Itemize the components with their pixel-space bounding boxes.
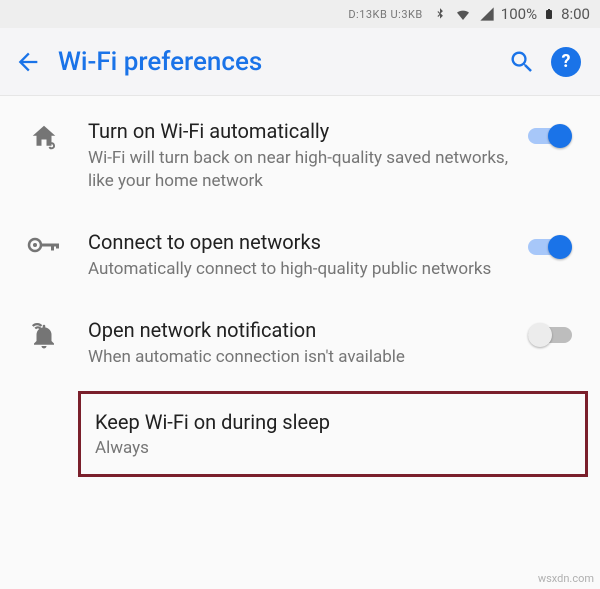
back-button[interactable] — [14, 48, 58, 76]
setting-title: Turn on Wi-Fi automatically — [88, 118, 510, 145]
bell-wifi-icon — [0, 317, 88, 351]
wifi-icon — [453, 6, 473, 22]
bluetooth-icon — [433, 5, 447, 23]
status-bar: D:13KB U:3KB 100% 8:00 — [0, 0, 600, 28]
search-button[interactable] — [500, 48, 544, 76]
app-bar: Wi-Fi preferences ? — [0, 28, 600, 96]
arrow-back-icon — [14, 48, 42, 76]
search-icon — [508, 48, 536, 76]
help-icon: ? — [551, 47, 581, 77]
battery-icon — [543, 5, 555, 23]
key-icon — [0, 229, 88, 257]
clock: 8:00 — [561, 5, 590, 23]
setting-open-networks[interactable]: Connect to open networks Automatically c… — [0, 211, 600, 299]
setting-subtitle: Always — [95, 438, 571, 458]
setting-title: Open network notification — [88, 317, 510, 344]
cell-signal-icon — [479, 6, 495, 22]
network-stats: D:13KB U:3KB — [348, 8, 422, 21]
setting-open-notification[interactable]: Open network notification When automatic… — [0, 299, 600, 387]
setting-title: Connect to open networks — [88, 229, 510, 256]
setting-subtitle: When automatic connection isn't availabl… — [88, 346, 510, 369]
toggle-open-notification[interactable] — [528, 323, 572, 347]
help-button[interactable]: ? — [544, 47, 588, 77]
home-refresh-icon — [0, 118, 88, 152]
page-title: Wi-Fi preferences — [58, 47, 500, 77]
toggle-open-networks[interactable] — [528, 235, 572, 259]
watermark: wsxdn.com — [538, 572, 594, 585]
settings-list: Turn on Wi-Fi automatically Wi-Fi will t… — [0, 96, 600, 477]
setting-subtitle: Wi-Fi will turn back on near high-qualit… — [88, 147, 510, 193]
setting-auto-wifi[interactable]: Turn on Wi-Fi automatically Wi-Fi will t… — [0, 100, 600, 211]
battery-percent: 100% — [501, 5, 537, 23]
toggle-auto-wifi[interactable] — [528, 124, 572, 148]
setting-keep-wifi-sleep[interactable]: Keep Wi-Fi on during sleep Always — [78, 391, 588, 477]
setting-subtitle: Automatically connect to high-quality pu… — [88, 258, 510, 281]
setting-title: Keep Wi-Fi on during sleep — [95, 410, 571, 434]
